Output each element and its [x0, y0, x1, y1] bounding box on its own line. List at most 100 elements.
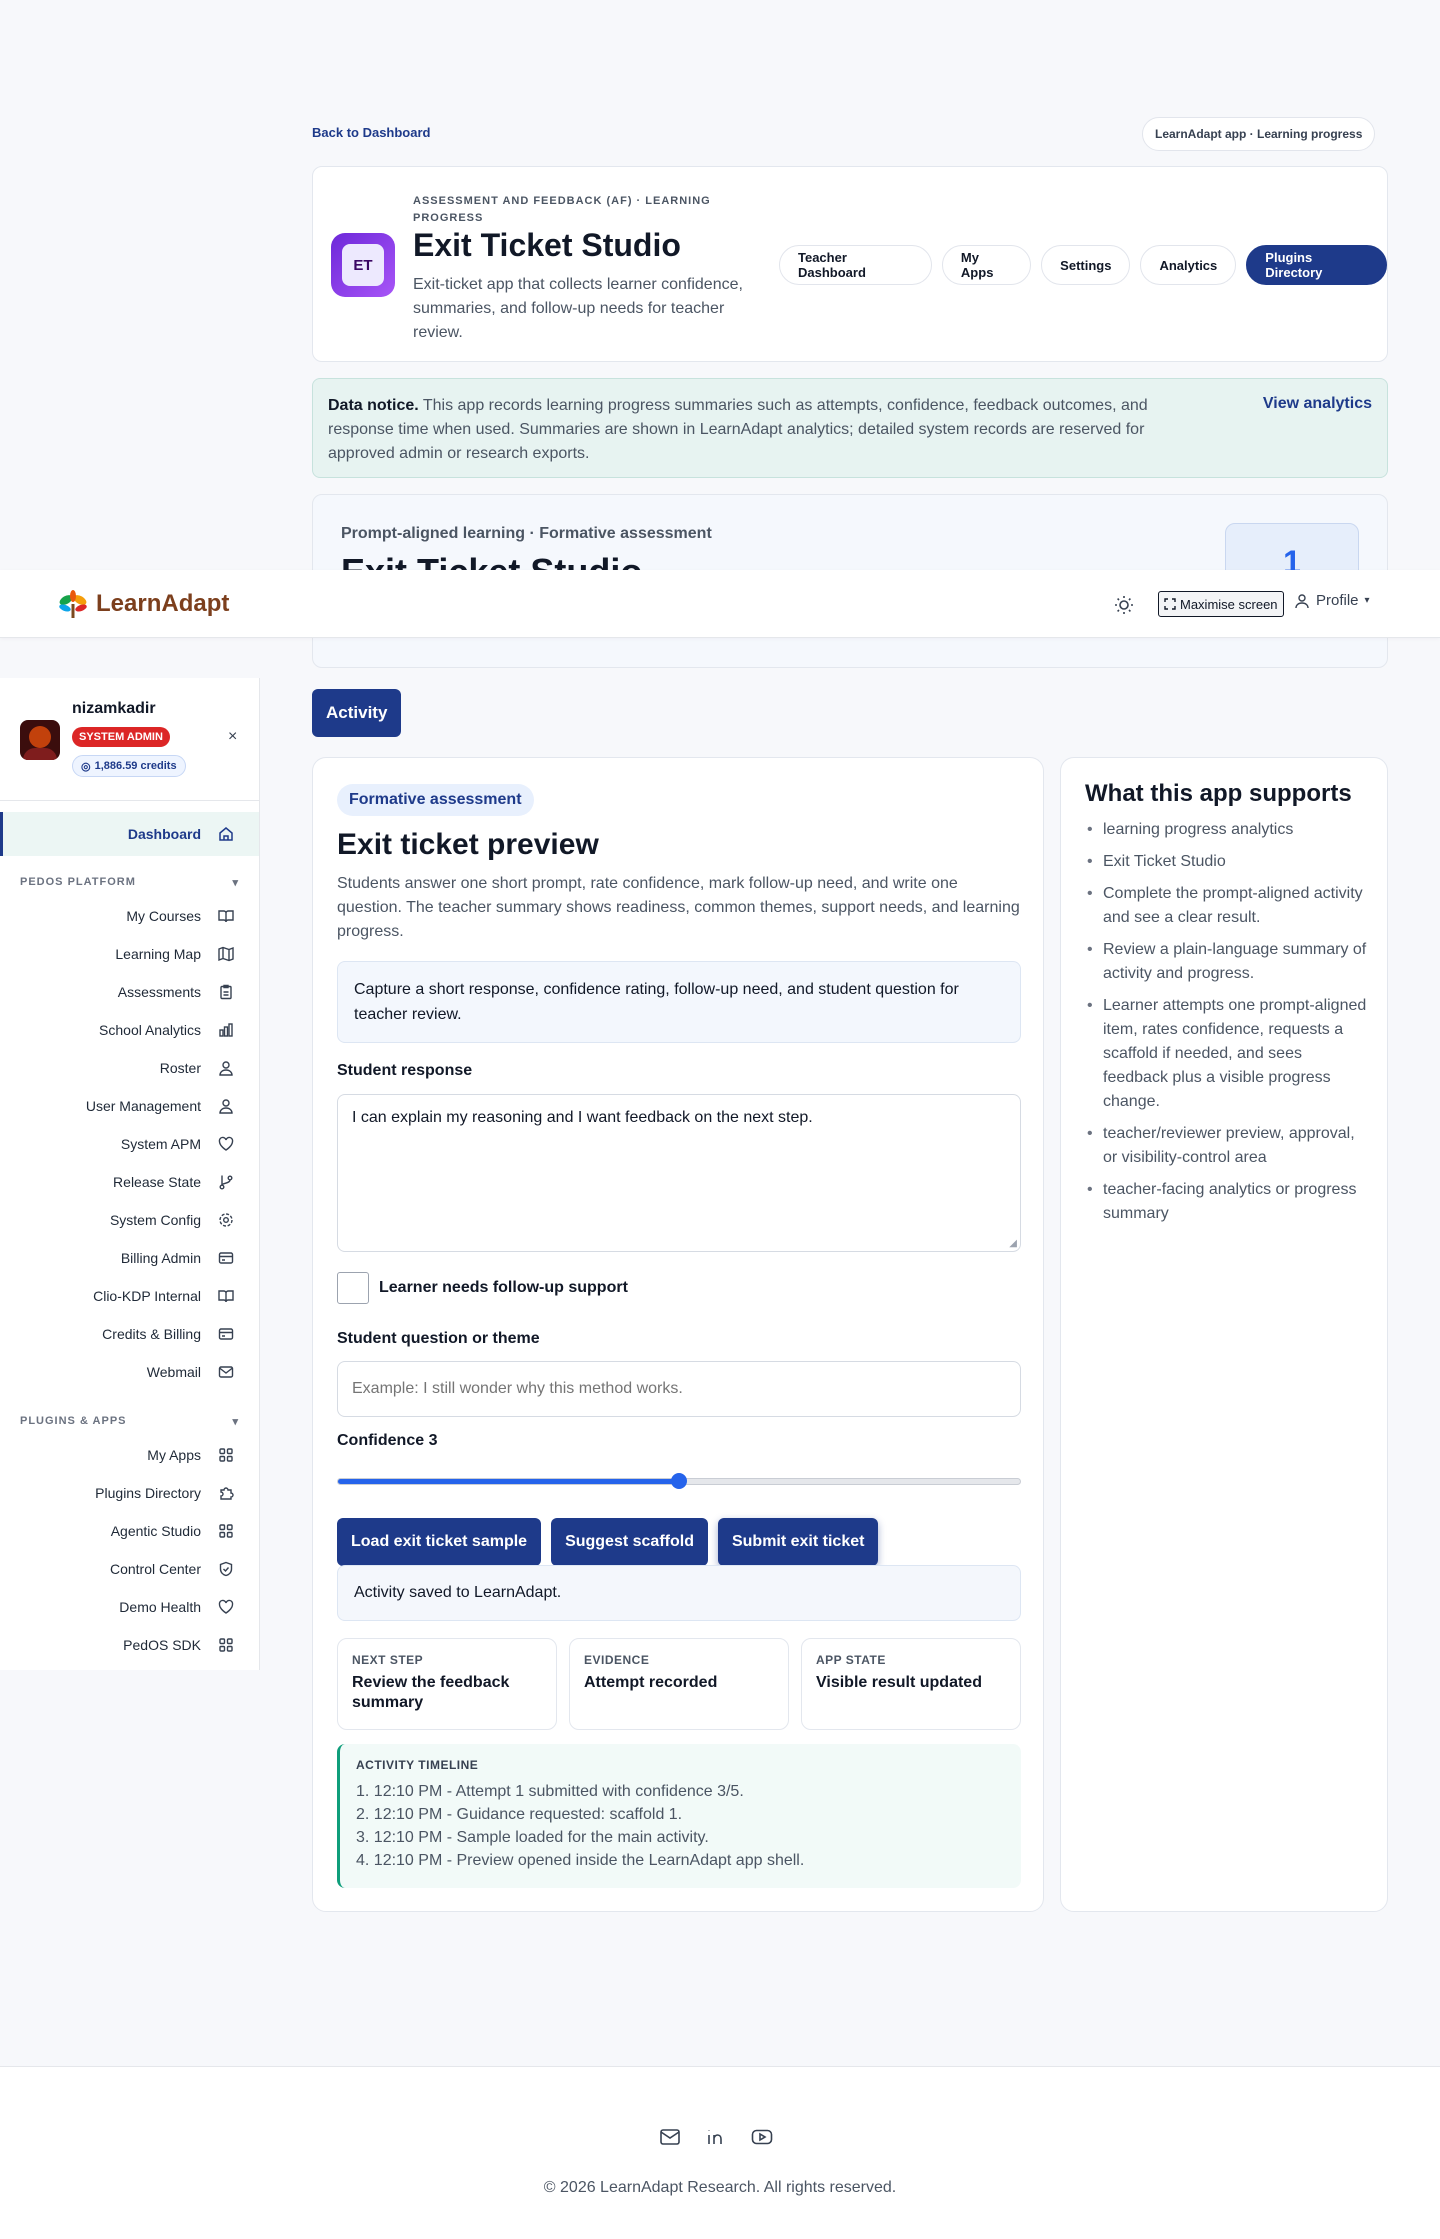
- nav-settings[interactable]: Settings: [1041, 245, 1131, 285]
- supports-title: What this app supports: [1085, 780, 1352, 807]
- sidebar-item-my-courses[interactable]: My Courses: [126, 897, 235, 935]
- sidebar-item-clio-kdp-internal[interactable]: Clio-KDP Internal: [93, 1277, 235, 1315]
- sidebar-item-credits-billing[interactable]: Credits & Billing: [102, 1315, 235, 1353]
- git-branch-icon: [217, 1173, 235, 1191]
- grid-icon: [217, 1522, 235, 1540]
- section-pedos-platform[interactable]: PEDOS PLATFORM ▾: [20, 876, 239, 889]
- timeline-label: ACTIVITY TIMELINE: [356, 1758, 479, 1772]
- sidebar-item-release-state[interactable]: Release State: [113, 1163, 235, 1201]
- resize-handle-icon[interactable]: ◢: [1009, 1238, 1017, 1249]
- sidebar-item-school-analytics[interactable]: School Analytics: [99, 1011, 235, 1049]
- card-label: NEXT STEP: [352, 1653, 424, 1667]
- shield-icon: [217, 1560, 235, 1578]
- sidebar-item-webmail[interactable]: Webmail: [147, 1353, 235, 1391]
- status-cards: NEXT STEP Review the feedback summary EVI…: [337, 1638, 1021, 1730]
- sidebar-item-label: Control Center: [109, 1561, 201, 1577]
- suggest-scaffold-button[interactable]: Suggest scaffold: [551, 1518, 708, 1566]
- sidebar-item-my-apps[interactable]: My Apps: [147, 1436, 235, 1474]
- learnadapt-logo-icon: [56, 588, 90, 622]
- heart-icon: [217, 1598, 235, 1616]
- sidebar-item-user-management[interactable]: User Management: [86, 1087, 235, 1125]
- youtube-icon[interactable]: [750, 2125, 774, 2149]
- list-item: teacher-facing analytics or progress sum…: [1085, 1178, 1371, 1226]
- confidence-label: Confidence 3: [337, 1432, 438, 1449]
- sidebar-item-roster[interactable]: Roster: [160, 1049, 235, 1087]
- maximise-screen-button[interactable]: Maximise screen: [1158, 591, 1284, 617]
- clipboard-icon: [217, 983, 235, 1001]
- sidebar-item-pedos-sdk[interactable]: PedOS SDK: [123, 1626, 235, 1664]
- exit-ticket-card: Formative assessment Exit ticket preview…: [312, 757, 1044, 1912]
- view-analytics-link[interactable]: View analytics: [1263, 395, 1372, 413]
- supports-list: learning progress analytics Exit Ticket …: [1085, 818, 1371, 1234]
- theme-toggle-icon[interactable]: [1113, 594, 1135, 616]
- maximise-icon: [1164, 598, 1176, 610]
- footer: © 2026 LearnAdapt Research. All rights r…: [0, 2066, 1440, 2239]
- preview-title: Exit ticket preview: [337, 828, 599, 861]
- sidebar-item-assessments[interactable]: Assessments: [118, 973, 235, 1011]
- sidebar-item-learning-map[interactable]: Learning Map: [115, 935, 235, 973]
- nav-teacher-dashboard[interactable]: Teacher Dashboard: [779, 245, 932, 285]
- linkedin-icon[interactable]: [704, 2125, 728, 2149]
- chevron-down-icon: ▾: [232, 877, 239, 889]
- sidebar-item-dashboard[interactable]: Dashboard: [0, 812, 259, 856]
- profile-menu[interactable]: Profile ▾: [1294, 592, 1370, 609]
- book-open-icon: [217, 1287, 235, 1305]
- close-icon[interactable]: ×: [228, 728, 237, 746]
- gear-icon: [217, 1211, 235, 1229]
- sidebar-item-label: Plugins Directory: [95, 1485, 201, 1501]
- section-plugins-apps[interactable]: PLUGINS & APPS ▾: [20, 1415, 239, 1428]
- slider-fill: [338, 1479, 679, 1484]
- user-cog-icon: [217, 1097, 235, 1115]
- sidebar-item-agentic-studio[interactable]: Agentic Studio: [111, 1512, 235, 1550]
- tab-activity[interactable]: Activity: [312, 689, 402, 737]
- section-label: PLUGINS & APPS: [20, 1415, 127, 1427]
- mail-icon[interactable]: [658, 2125, 682, 2149]
- sidebar-item-label: System Config: [109, 1212, 201, 1228]
- back-to-dashboard-link[interactable]: Back to Dashboard: [312, 125, 430, 140]
- prompt-box: Capture a short response, confidence rat…: [337, 961, 1021, 1043]
- sidebar-item-plugins-directory[interactable]: Plugins Directory: [95, 1474, 235, 1512]
- sidebar-item-label: User Management: [85, 1098, 201, 1114]
- sidebar-item-label: My Apps: [147, 1447, 201, 1463]
- section-label: PEDOS PLATFORM: [20, 876, 136, 888]
- hero-subtitle: Prompt-aligned learning · Formative asse…: [341, 525, 712, 542]
- avatar: [20, 720, 60, 760]
- sidebar-item-label: Clio-KDP Internal: [93, 1288, 201, 1304]
- data-notice-body: This app records learning progress summa…: [328, 397, 1148, 462]
- timeline-entry: 4. 12:10 PM - Preview opened inside the …: [356, 1852, 805, 1869]
- wallet-icon: [217, 1325, 235, 1343]
- nav-my-apps[interactable]: My Apps: [941, 245, 1032, 285]
- card-value: Review the feedback summary: [352, 1674, 510, 1711]
- sidebar-item-label: Demo Health: [119, 1599, 201, 1615]
- followup-checkbox[interactable]: [337, 1272, 369, 1304]
- submit-exit-ticket-button[interactable]: Submit exit ticket: [717, 1518, 879, 1566]
- sidebar-item-billing-admin[interactable]: Billing Admin: [121, 1239, 235, 1277]
- heart-icon: [217, 1135, 235, 1153]
- list-item: Exit Ticket Studio: [1085, 850, 1371, 874]
- formative-badge: Formative assessment: [337, 784, 534, 816]
- maximise-label: Maximise screen: [1180, 596, 1278, 612]
- credits-badge: ◎ 1,886.59 credits: [72, 755, 186, 777]
- social-links: [658, 2125, 774, 2149]
- brand-name[interactable]: LearnAdapt: [96, 590, 229, 618]
- sidebar-item-system-config[interactable]: System Config: [110, 1201, 235, 1239]
- nav-plugins-directory[interactable]: Plugins Directory: [1246, 245, 1387, 285]
- followup-label[interactable]: Learner needs follow-up support: [379, 1279, 628, 1297]
- response-textarea[interactable]: I can explain my reasoning and I want fe…: [337, 1094, 1021, 1252]
- credits-value: 1,886.59 credits: [94, 760, 177, 772]
- confidence-slider[interactable]: [337, 1473, 1021, 1489]
- sidebar-item-demo-health[interactable]: Demo Health: [119, 1588, 235, 1626]
- sidebar-item-label: Roster: [159, 1060, 201, 1076]
- question-input[interactable]: [337, 1361, 1021, 1417]
- timeline-entry: 3. 12:10 PM - Sample loaded for the main…: [356, 1829, 709, 1846]
- slider-thumb[interactable]: [671, 1473, 687, 1489]
- sidebar-item-label: Agentic Studio: [110, 1523, 201, 1539]
- sidebar: nizamkadir SYSTEM ADMIN ◎ 1,886.59 credit…: [0, 678, 260, 1670]
- top-bar: LearnAdapt Maximise screen Profile ▾: [0, 570, 1440, 638]
- nav-analytics[interactable]: Analytics: [1140, 245, 1237, 285]
- sidebar-item-system-apm[interactable]: System APM: [121, 1125, 235, 1163]
- load-sample-button[interactable]: Load exit ticket sample: [337, 1518, 542, 1566]
- sidebar-item-label: Credits & Billing: [102, 1326, 201, 1342]
- user-name: nizamkadir: [72, 700, 156, 717]
- sidebar-item-control-center[interactable]: Control Center: [110, 1550, 235, 1588]
